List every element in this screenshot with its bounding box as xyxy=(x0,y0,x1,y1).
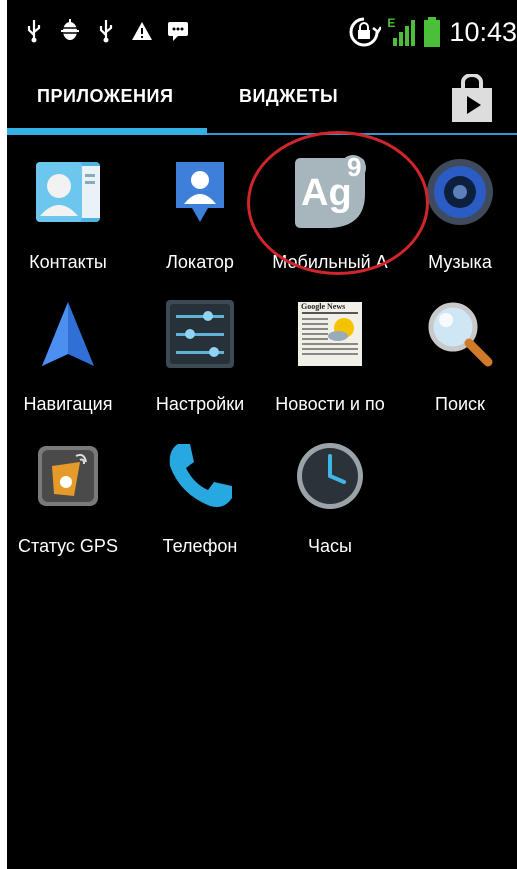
battery-icon xyxy=(423,16,441,48)
tab-widgets[interactable]: ВИДЖЕТЫ xyxy=(239,86,338,107)
app-label: Новости и по xyxy=(275,394,385,414)
phone-icon xyxy=(164,440,236,512)
google-news-icon: Google News xyxy=(294,298,366,370)
app-label: Телефон xyxy=(162,536,238,556)
message-icon xyxy=(167,18,189,44)
ag9-icon-sup: 9 xyxy=(347,152,362,182)
usb-icon xyxy=(23,18,45,44)
usb-icon xyxy=(95,18,117,44)
gps-status-icon xyxy=(32,440,104,512)
app-label: Мобильный А xyxy=(272,252,388,272)
signal-edge-icon: E xyxy=(387,16,417,48)
clock-icon xyxy=(294,440,366,512)
app-label: Локатор xyxy=(166,252,234,272)
warning-icon xyxy=(131,18,153,44)
status-bar: E 10:43 xyxy=(7,0,517,66)
ag9-icon-text: Ag xyxy=(301,172,352,214)
notification-icons xyxy=(23,18,189,44)
contacts-icon xyxy=(32,156,104,228)
google-news-icon-text: Google News xyxy=(301,302,346,311)
android-debug-icon xyxy=(59,18,81,44)
app-label: Навигация xyxy=(23,394,113,414)
app-label: Настройки xyxy=(155,394,245,414)
drawer-tabs: ПРИЛОЖЕНИЯ ВИДЖЕТЫ xyxy=(7,66,517,136)
app-label: Часы xyxy=(308,536,352,556)
app-label: Поиск xyxy=(435,394,485,414)
app-label: Статус GPS xyxy=(18,536,118,556)
app-label: Контакты xyxy=(29,252,107,272)
app-label: Музыка xyxy=(428,252,492,272)
network-type-label: E xyxy=(387,16,396,30)
system-status-icons: E 10:43 xyxy=(347,14,517,50)
latitude-icon xyxy=(164,156,236,228)
status-clock: 10:43 xyxy=(449,16,517,47)
navigation-icon xyxy=(32,298,104,370)
play-store-icon[interactable] xyxy=(447,73,497,124)
selected-tab-indicator xyxy=(7,128,207,135)
search-icon xyxy=(424,298,496,370)
app-drawer-screen: E 10:43 ПРИЛОЖЕНИЯ ВИДЖЕТЫ Контакты Лока… xyxy=(7,0,517,869)
settings-icon xyxy=(164,298,236,370)
music-speaker-icon xyxy=(424,156,496,228)
tab-apps[interactable]: ПРИЛОЖЕНИЯ xyxy=(37,86,173,107)
screen-lock-rotation-icon xyxy=(347,16,383,48)
ag9-icon: Ag 9 xyxy=(291,152,369,232)
